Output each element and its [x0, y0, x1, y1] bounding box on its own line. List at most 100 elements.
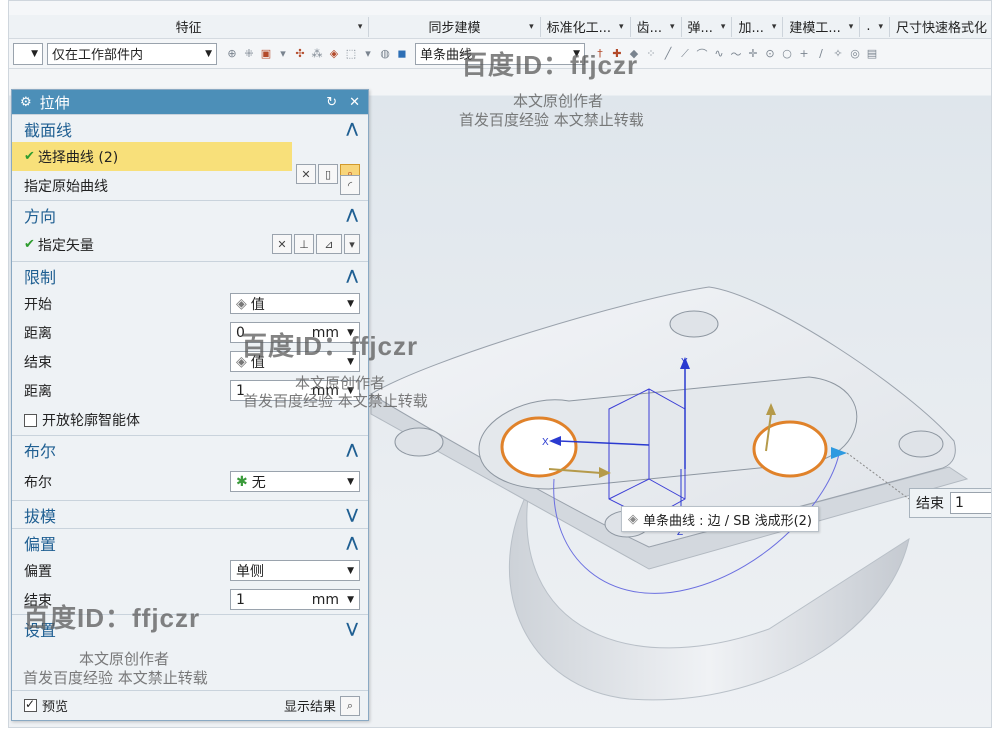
close-icon[interactable]: ✕ — [349, 95, 360, 110]
show-hide-icon[interactable]: ◍ — [378, 47, 392, 61]
ribbon-group-spring[interactable]: 弹... ▾ — [682, 16, 733, 37]
offset-type-dropdown[interactable]: 单侧 ▼ — [230, 560, 360, 581]
cross-icon[interactable]: ✛ — [746, 47, 760, 61]
more-tools-icon[interactable]: ▤ — [865, 47, 879, 61]
chevron-down-icon: ▾ — [878, 21, 883, 32]
chevron-down-icon: ▾ — [771, 21, 777, 32]
tangent-icon[interactable]: ∕ — [814, 47, 828, 61]
check-icon: ✔ — [24, 149, 35, 164]
face-point-icon[interactable]: ◎ — [848, 47, 862, 61]
chevron-down-icon[interactable]: ▾ — [361, 47, 375, 61]
offset-end-field[interactable]: 1 mm ▼ — [230, 589, 360, 610]
slash-icon[interactable]: ⟋ — [678, 47, 692, 61]
chevron-down-icon: ▼ — [347, 594, 354, 605]
select-curve-row[interactable]: ✔ 选择曲线 (2) — [12, 142, 292, 171]
ribbon-group-standard-tools[interactable]: 标准化工... ▾ — [541, 16, 631, 37]
intersection-icon[interactable]: ✧ — [831, 47, 845, 61]
selection-scope-dropdown[interactable]: 仅在工作部件内 ▼ — [47, 42, 217, 65]
vector-tools: ✕ ⊥ ⊿ ▾ — [270, 234, 360, 254]
dialog-title-bar: ⚙ 拉伸 ↻ ✕ — [12, 90, 368, 114]
box-select-icon[interactable]: ⬚ — [344, 47, 358, 61]
selection-tooltip: ◈ 单条曲线 : 边 / SB 浅成形(2) — [621, 506, 820, 532]
section-header-offset[interactable]: 偏置 ⋀ — [12, 528, 368, 556]
ribbon-top-strip — [9, 1, 991, 15]
section-header-limits[interactable]: 限制 ⋀ — [12, 261, 368, 289]
chevron-down-icon: ▾ — [619, 21, 624, 32]
chevron-down-icon: ▼ — [31, 48, 38, 59]
center-icon[interactable]: ⊙ — [763, 47, 777, 61]
reverse-direction-icon[interactable]: ✕ — [272, 234, 292, 254]
section-header-section[interactable]: 截面线 ⋀ — [12, 114, 368, 142]
watermark-line2: 首发百度经验 本文禁止转载 — [459, 111, 644, 129]
start-type-dropdown[interactable]: ◈ 值 ▼ — [230, 293, 360, 314]
chevron-down-icon: ▾ — [720, 21, 726, 32]
snap-point-icon[interactable]: ⊕ — [225, 47, 239, 61]
inferred-vector-icon[interactable]: ⊿ — [316, 234, 342, 254]
y-axis-label: Y — [681, 357, 688, 368]
chevron-down-icon: ▾ — [529, 21, 534, 32]
line-icon[interactable]: ╱ — [661, 47, 675, 61]
face-select-icon[interactable]: ◈ — [327, 47, 341, 61]
ribbon-group-more[interactable]: . ▾ — [860, 16, 890, 37]
preview-checkbox[interactable] — [24, 697, 37, 712]
nx-application-window: 特征 ▾ 同步建模 ▾ 标准化工... ▾ 齿... ▾ 弹... ▾ 加...… — [8, 0, 992, 728]
x-axis-label: X — [542, 437, 549, 448]
chevron-down-icon[interactable]: ▾ — [276, 47, 290, 61]
gear-icon[interactable]: ⚙ — [20, 95, 32, 110]
wave-icon[interactable]: ～ — [729, 47, 743, 61]
quadrant-icon[interactable]: ○ — [780, 47, 794, 61]
chevron-up-icon: ⋀ — [346, 534, 358, 551]
corner-hole-shape — [669, 310, 719, 338]
boolean-none-icon: ✱ — [236, 473, 248, 490]
dialog-title: 拉伸 — [39, 93, 70, 112]
snap-endpoint-icon[interactable]: ⁘ — [644, 47, 658, 61]
plus-icon[interactable]: + — [797, 47, 811, 61]
feature-select-icon[interactable]: ✣ — [293, 47, 307, 61]
ribbon-group-add[interactable]: 加... ▾ — [732, 16, 784, 37]
ribbon-group-dimension-format[interactable]: 尺寸快速格式化 — [890, 17, 991, 37]
body-select-icon[interactable]: ⁂ — [310, 47, 324, 61]
section-header-boolean[interactable]: 布尔 ⋀ — [12, 435, 368, 463]
cube-icon: ◈ — [628, 511, 638, 527]
snap-icon-group: ⊕ ⁜ ▣ ▾ ✣ ⁂ ◈ ⬚ ▾ ◍ ◼ — [225, 47, 409, 61]
chevron-up-icon: ⋀ — [346, 206, 358, 223]
ribbon-group-sync-modeling[interactable]: 同步建模 ▾ — [369, 16, 541, 37]
origin-curve-icon[interactable]: ◜ — [340, 175, 360, 195]
boolean-dropdown[interactable]: ✱ 无 ▼ — [230, 471, 360, 492]
offset-row: 偏置 单侧 ▼ — [12, 556, 368, 585]
select-filter-icon[interactable]: ▣ — [259, 47, 273, 61]
chevron-down-icon: ▼ — [205, 48, 212, 59]
chevron-down-icon: ⋁ — [346, 620, 358, 637]
arc-icon[interactable]: ⌒ — [695, 47, 709, 61]
spline-icon[interactable]: ∿ — [712, 47, 726, 61]
chevron-up-icon: ⋀ — [346, 267, 358, 284]
cube-icon: ◈ — [236, 295, 247, 312]
specify-origin-curve-row[interactable]: 指定原始曲线 ◜ — [12, 171, 368, 200]
section-header-draft[interactable]: 拔模 ⋁ — [12, 500, 368, 528]
on-screen-end-input[interactable]: 结束 1 — [909, 488, 991, 518]
start-row: 开始 ◈ 值 ▼ — [12, 289, 368, 318]
watermark-line2: 首发百度经验 本文禁止转载 — [23, 669, 208, 687]
type-filter-dropdown[interactable]: ▼ — [13, 42, 43, 65]
reset-icon[interactable]: ↻ — [326, 95, 337, 110]
ribbon-group-modeling-tools[interactable]: 建模工... ▾ — [783, 16, 861, 37]
show-result-button[interactable]: 显示结果 — [284, 696, 336, 715]
selected-curve-right-shape — [752, 420, 828, 478]
specify-vector-row[interactable]: ✔ 指定矢量 ✕ ⊥ ⊿ ▾ — [12, 228, 368, 261]
ribbon-group-gear[interactable]: 齿... ▾ — [631, 16, 682, 37]
watermark-id: 百度ID：ffjczr — [241, 331, 419, 361]
chevron-down-icon: ▼ — [347, 476, 354, 487]
chevron-down-icon: ▼ — [347, 565, 354, 576]
section-header-direction[interactable]: 方向 ⋀ — [12, 200, 368, 228]
magnifier-icon[interactable]: ⌕ — [340, 695, 360, 716]
dialog-footer: 预览 显示结果 ⌕ — [12, 690, 368, 720]
snap-mid-icon[interactable]: ⁜ — [242, 47, 256, 61]
ribbon-group-feature[interactable]: 特征 ▾ — [9, 16, 370, 37]
chevron-up-icon: ⋀ — [346, 120, 358, 137]
corner-hole-shape — [394, 427, 444, 457]
open-profile-checkbox[interactable] — [24, 413, 37, 427]
end-distance-field[interactable]: 1 — [950, 492, 991, 514]
chevron-down-icon[interactable]: ▾ — [344, 234, 360, 254]
vector-dialog-icon[interactable]: ⊥ — [294, 234, 314, 254]
solid-body-icon[interactable]: ◼ — [395, 47, 409, 61]
